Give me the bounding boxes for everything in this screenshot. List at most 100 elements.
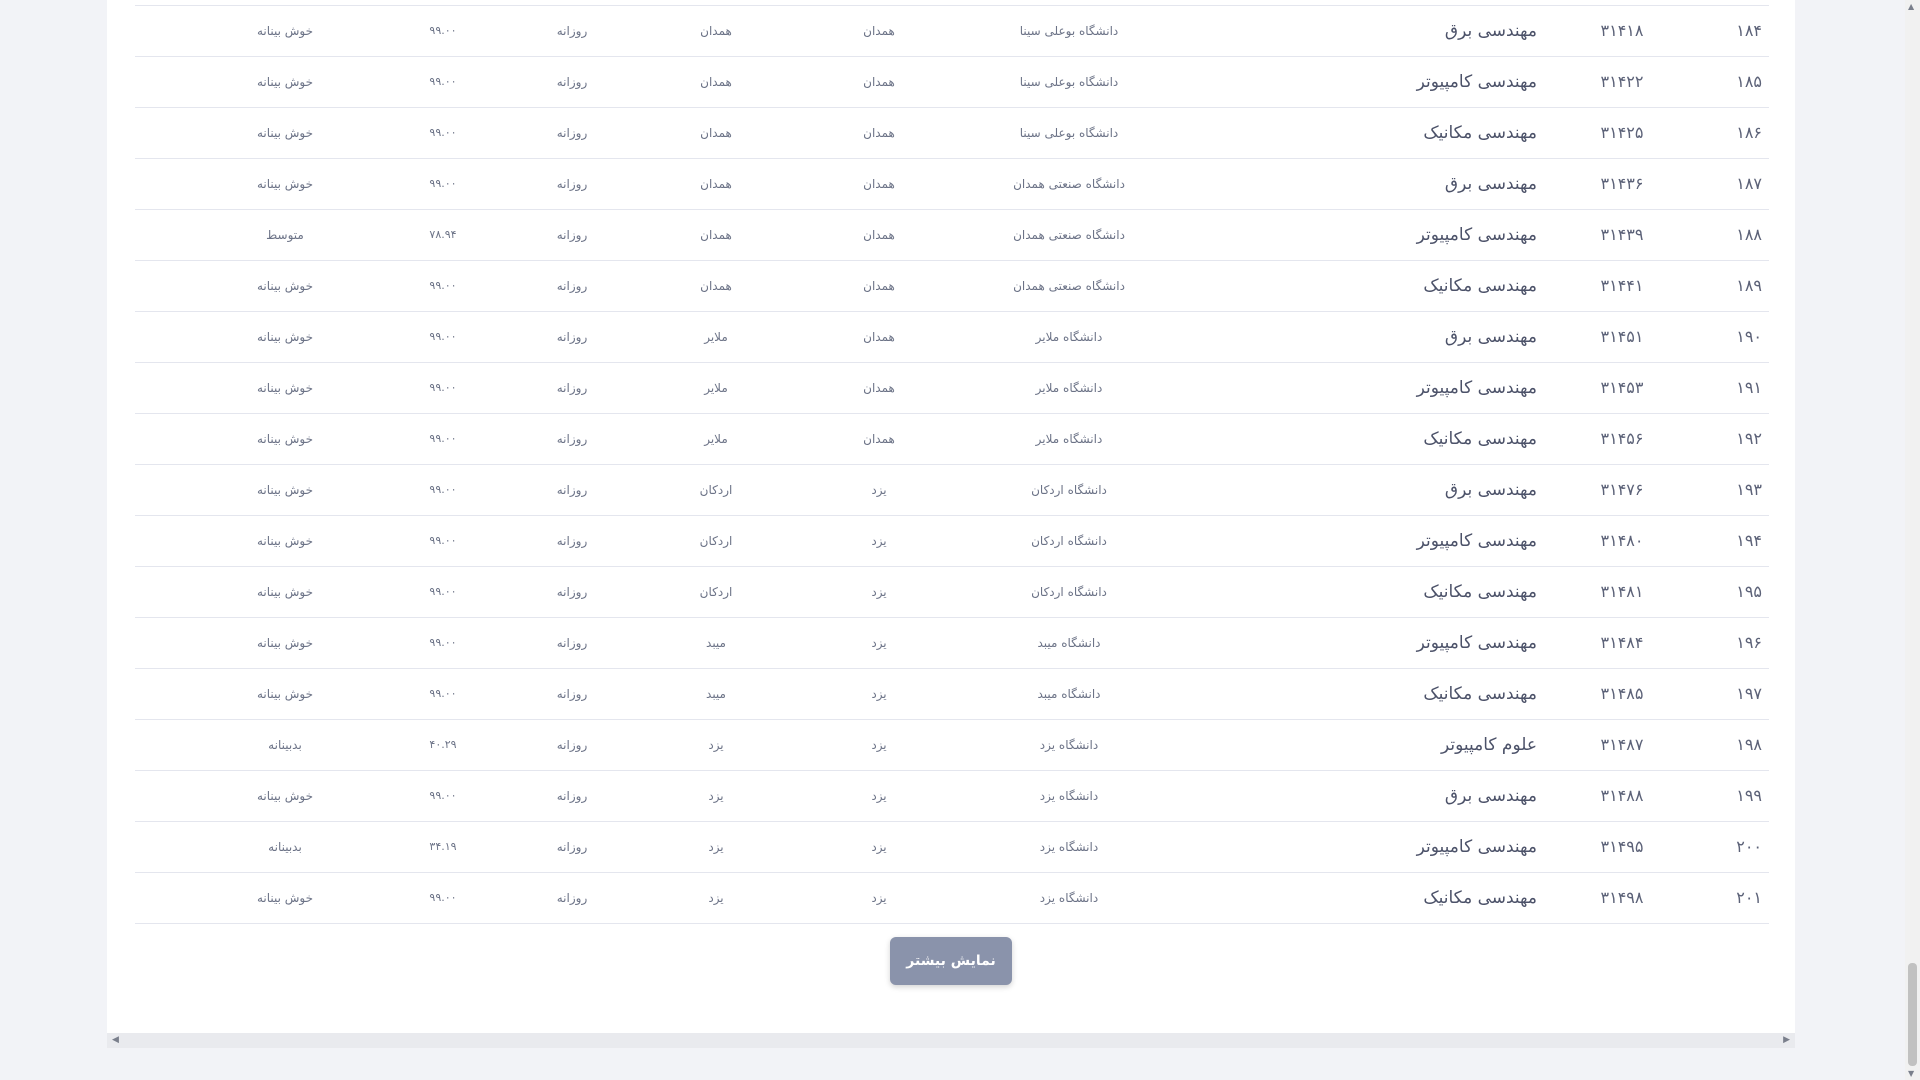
field-code: ۳۱۴۹۵ [1600,837,1644,856]
score-value: ۹۹.۰۰ [429,75,457,88]
field-name: علوم کامپیوتر [1440,735,1537,755]
province-name: همدان [863,75,895,89]
table-row: ۱۸۵ ۳۱۴۲۲ مهندسی کامپیوتر دانشگاه بوعلی سین… [135,57,1769,108]
scroll-right-icon[interactable]: ▶ [1783,1035,1790,1046]
score-value: ۹۹.۰۰ [429,381,457,394]
status-label: بدبینانه [268,840,302,854]
city-name: یزد [708,738,724,752]
status-label: خوش بینانه [256,687,314,701]
field-code: ۳۱۴۸۰ [1600,531,1644,550]
city-name: همدان [700,24,732,38]
province-name: همدان [863,381,895,395]
row-index: ۱۹۵ [1736,582,1762,601]
row-index: ۱۸۵ [1736,72,1762,91]
field-code: ۳۱۴۳۶ [1600,174,1644,193]
city-name: میبد [706,636,726,650]
score-value: ۳۴.۱۹ [429,840,457,853]
row-index: ۱۹۶ [1736,633,1762,652]
province-name: همدان [863,330,895,344]
field-name: مهندسی برق [1444,480,1537,500]
vertical-scrollbar[interactable]: ▲ ▼ [1905,0,1920,1080]
score-value: ۹۹.۰۰ [429,330,457,343]
status-label: بدبینانه [268,738,302,752]
city-name: همدان [700,126,732,140]
score-value: ۹۹.۰۰ [429,177,457,190]
status-label: خوش بینانه [256,789,314,803]
row-index: ۱۸۹ [1736,276,1762,295]
city-name: اردکان [699,534,733,548]
results-table: ۱۸۴ ۳۱۴۱۸ مهندسی برق دانشگاه بوعلی سینا همدا… [135,5,1769,924]
province-name: یزد [871,687,887,701]
vertical-scrollbar-thumb[interactable] [1908,963,1917,1066]
status-label: خوش بینانه [256,534,314,548]
field-code: ۳۱۴۸۵ [1600,684,1644,703]
table-row: ۱۹۳ ۳۱۴۷۶ مهندسی برق دانشگاه اردکان یزد اردکا… [135,465,1769,516]
show-more-button[interactable]: نمایش بیشتر [890,937,1012,985]
table-row: ۱۸۶ ۳۱۴۲۵ مهندسی مکانیک دانشگاه بوعلی سینا ه… [135,108,1769,159]
status-label: خوش بینانه [256,891,314,905]
status-label: خوش بینانه [256,483,314,497]
row-index: ۱۸۸ [1736,225,1762,244]
university-name: دانشگاه ملایر [1035,432,1103,446]
score-value: ۴۰.۲۹ [429,738,457,751]
field-code: ۳۱۴۲۲ [1600,72,1644,91]
row-index: ۱۹۹ [1736,786,1762,805]
province-name: یزد [871,636,887,650]
status-label: متوسط [266,228,304,242]
row-index: ۱۹۳ [1736,480,1762,499]
scroll-down-icon[interactable]: ▼ [1908,1069,1914,1078]
university-name: دانشگاه بوعلی سینا [1019,126,1119,140]
table-row: ۱۸۴ ۳۱۴۱۸ مهندسی برق دانشگاه بوعلی سینا همدا… [135,6,1769,57]
row-index: ۲۰۱ [1736,888,1762,907]
field-code: ۳۱۴۷۶ [1600,480,1644,499]
city-name: ملایر [704,381,728,395]
university-name: دانشگاه صنعتی همدان [1013,279,1125,293]
status-label: خوش بینانه [256,381,314,395]
row-index: ۱۹۷ [1736,684,1762,703]
row-index: ۱۹۸ [1736,735,1762,754]
row-index: ۱۹۱ [1736,378,1762,397]
status-label: خوش بینانه [256,585,314,599]
table-row: ۱۹۵ ۳۱۴۸۱ مهندسی مکانیک دانشگاه اردکان یزد ار… [135,567,1769,618]
field-code: ۳۱۴۸۱ [1600,582,1644,601]
field-name: مهندسی کامپیوتر [1416,633,1537,653]
province-name: یزد [871,840,887,854]
status-label: خوش بینانه [256,330,314,344]
field-name: مهندسی مکانیک [1423,582,1537,602]
field-name: مهندسی کامپیوتر [1416,225,1537,245]
score-value: ۹۹.۰۰ [429,585,457,598]
horizontal-scrollbar[interactable]: ◀ ▶ [107,1033,1795,1048]
status-label: خوش بینانه [256,24,314,38]
study-mode: روزانه [556,432,588,446]
province-name: یزد [871,891,887,905]
field-name: مهندسی مکانیک [1423,429,1537,449]
field-name: مهندسی برق [1444,21,1537,41]
table-row: ۱۸۹ ۳۱۴۴۱ مهندسی مکانیک دانشگاه صنعتی همدان… [135,261,1769,312]
table-row: ۱۸۷ ۳۱۴۳۶ مهندسی برق دانشگاه صنعتی همدان همد… [135,159,1769,210]
city-name: همدان [700,75,732,89]
score-value: ۹۹.۰۰ [429,126,457,139]
study-mode: روزانه [556,483,588,497]
field-code: ۳۱۴۵۱ [1600,327,1644,346]
study-mode: روزانه [556,330,588,344]
university-name: دانشگاه اردکان [1031,534,1107,548]
table-row: ۱۹۴ ۳۱۴۸۰ مهندسی کامپیوتر دانشگاه اردکان یزد… [135,516,1769,567]
university-name: دانشگاه ملایر [1035,381,1103,395]
study-mode: روزانه [556,126,588,140]
province-name: همدان [863,177,895,191]
scroll-left-icon[interactable]: ◀ [112,1035,119,1046]
score-value: ۹۹.۰۰ [429,534,457,547]
table-row: ۱۹۶ ۳۱۴۸۴ مهندسی کامپیوتر دانشگاه میبد یزد می… [135,618,1769,669]
city-name: ملایر [704,432,728,446]
province-name: همدان [863,279,895,293]
city-name: یزد [708,789,724,803]
scroll-up-icon[interactable]: ▲ [1908,2,1914,11]
row-index: ۱۹۴ [1736,531,1762,550]
province-name: همدان [863,24,895,38]
score-value: ۹۹.۰۰ [429,432,457,445]
field-code: ۳۱۴۹۸ [1600,888,1644,907]
row-index: ۱۸۶ [1736,123,1762,142]
province-name: یزد [871,585,887,599]
field-code: ۳۱۴۱۸ [1600,21,1644,40]
row-index: ۲۰۰ [1736,837,1762,856]
